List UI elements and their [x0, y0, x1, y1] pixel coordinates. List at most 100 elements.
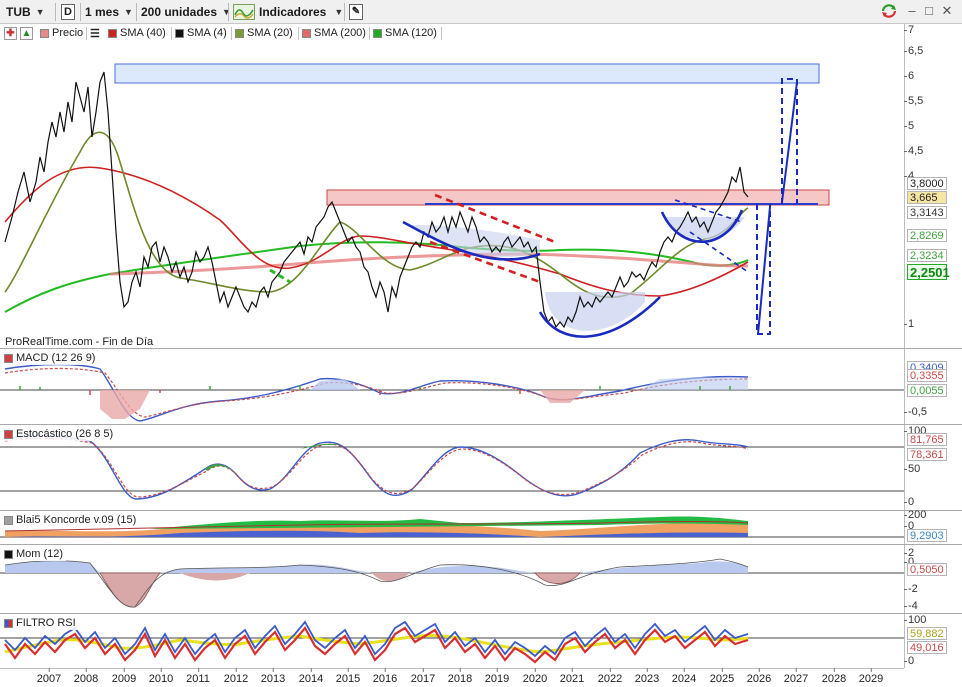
- year-label: 2011: [186, 668, 210, 685]
- legend-item-price[interactable]: Precio: [40, 26, 83, 40]
- collapse-icon[interactable]: ✚: [4, 27, 17, 40]
- value-box-sma: 2,3234: [907, 249, 947, 262]
- year-label: 2024: [671, 668, 697, 685]
- legend-item-sma200[interactable]: SMA (200): [302, 26, 366, 40]
- year-label: 2010: [148, 668, 174, 685]
- legend-swatch: [235, 28, 244, 38]
- legend-item-sma4[interactable]: SMA (4): [175, 26, 227, 40]
- year-label: 2013: [260, 668, 286, 685]
- rsi-axis: 100 59,882 49,016 0: [903, 614, 962, 668]
- year-label: 2017: [410, 668, 436, 685]
- koncorde-panel[interactable]: Blai5 Koncorde v.09 (15): [0, 511, 904, 544]
- period-selector[interactable]: 1 mes ▼: [85, 2, 133, 22]
- minimize-icon[interactable]: –: [905, 3, 919, 19]
- rsi-title[interactable]: FILTRO RSI: [4, 616, 79, 630]
- value-box: 81,765: [907, 433, 947, 446]
- units-label: 200 unidades: [141, 5, 218, 19]
- price-panel[interactable]: ProRealTime.com - Fin de Día: [0, 42, 904, 348]
- indicator-label: Blai5 Koncorde v.09 (15): [16, 514, 137, 526]
- value-box: 78,361: [907, 448, 947, 461]
- year-label: 2015: [335, 668, 361, 685]
- restore-icon[interactable]: □: [922, 3, 936, 19]
- legend-item-sma120[interactable]: SMA (120): [373, 26, 437, 40]
- legend-swatch: [302, 28, 311, 38]
- legend-swatch: [175, 28, 184, 38]
- legend-label: SMA (200): [314, 27, 366, 39]
- rsi-chart: [0, 620, 904, 664]
- year-label: 2027: [783, 668, 809, 685]
- value-box: 9,2903: [907, 529, 947, 542]
- indicator-label: Estocástico (26 8 5): [16, 428, 114, 440]
- year-label: 2023: [634, 668, 660, 685]
- ticker-selector[interactable]: TUB ▼: [6, 2, 45, 22]
- koncorde-axis: 200 0 9,2903: [903, 509, 962, 544]
- price-chart: [4, 63, 830, 338]
- draw-button[interactable]: ✎: [349, 2, 363, 22]
- period-label: 1 mes: [85, 5, 120, 19]
- year-label: 2020: [522, 668, 548, 685]
- legend-item-sma20[interactable]: SMA (20): [235, 26, 293, 40]
- year-label: 2028: [821, 668, 847, 685]
- legend-swatch: [373, 28, 382, 38]
- axis-tick: 0: [903, 496, 915, 508]
- year-label: 2016: [372, 668, 398, 685]
- year-label: 2018: [447, 668, 473, 685]
- value-box: 0,0055: [907, 384, 947, 397]
- legend-item-list[interactable]: ☰: [90, 26, 100, 40]
- chevron-down-icon: ▼: [124, 7, 133, 17]
- stochastic-panel[interactable]: Estocástico (26 8 5): [0, 425, 904, 510]
- indicator-label: MACD (12 26 9): [16, 352, 96, 364]
- year-label: 2014: [298, 668, 324, 685]
- legend-bar: ✚ ▲ Precio ☰ SMA (40) SMA (4) SMA (20) S…: [0, 24, 904, 42]
- koncorde-title[interactable]: Blai5 Koncorde v.09 (15): [4, 513, 140, 527]
- value-box: 0,5050: [907, 563, 947, 576]
- axis-tick: -2: [904, 583, 918, 595]
- momentum-chart: [0, 558, 904, 608]
- share-icon[interactable]: [880, 3, 898, 19]
- momentum-panel[interactable]: Mom (12): [0, 545, 904, 613]
- stochastic-chart: [0, 435, 904, 500]
- chevron-down-icon: ▼: [222, 7, 231, 17]
- year-label: 2029: [858, 668, 884, 685]
- axis-tick: -4: [904, 600, 918, 612]
- indicators-label: Indicadores: [259, 5, 327, 19]
- chevron-down-icon: ▼: [334, 7, 344, 17]
- list-icon: ☰: [90, 27, 100, 40]
- ticker-label: TUB: [6, 5, 31, 19]
- axis-tick: 5: [903, 120, 915, 132]
- axis-tick: 0: [903, 655, 915, 667]
- axis-tick: 6: [903, 70, 915, 82]
- units-selector[interactable]: 200 unidades ▼: [141, 2, 231, 22]
- indicator-label: FILTRO RSI: [16, 617, 76, 629]
- axis-tick: 7: [903, 24, 915, 36]
- axis-tick: 50: [903, 463, 921, 475]
- axis-tick: 5,5: [903, 95, 924, 107]
- draw-icon: ✎: [349, 4, 363, 20]
- price-axis: 7 6,5 6 5,5 5 4,5 4 1 3,8000 3,665 3,314…: [903, 24, 962, 348]
- stochastic-axis: 100 81,765 78,361 50 0: [903, 425, 962, 510]
- indicator-swatch: [4, 618, 13, 628]
- year-label: 2007: [36, 668, 62, 685]
- legend-swatch: [108, 28, 117, 38]
- indicator-swatch: [4, 429, 13, 439]
- chart-type-button[interactable]: D: [61, 2, 75, 22]
- axis-tick: 4,5: [903, 145, 924, 157]
- expand-icon[interactable]: ▲: [20, 27, 33, 40]
- indicators-icon: [233, 4, 255, 20]
- momentum-title[interactable]: Mom (12): [4, 547, 67, 561]
- axis-tick: 1: [903, 318, 915, 330]
- value-box-sma120: 2,2501: [907, 264, 950, 280]
- rsi-panel[interactable]: FILTRO RSI: [0, 614, 904, 668]
- indicators-button[interactable]: Indicadores ▼: [233, 2, 343, 22]
- macd-title[interactable]: MACD (12 26 9): [4, 351, 99, 365]
- legend-item-sma40[interactable]: SMA (40): [108, 26, 166, 40]
- year-label: 2026: [746, 668, 772, 685]
- year-label: 2022: [597, 668, 623, 685]
- year-label: 2008: [73, 668, 99, 685]
- macd-panel[interactable]: MACD (12 26 9): [0, 349, 904, 424]
- close-icon[interactable]: ✕: [940, 3, 954, 19]
- year-label: 2025: [709, 668, 735, 685]
- legend-label: Precio: [52, 27, 84, 39]
- value-box-price: 3,8000: [907, 177, 947, 190]
- stochastic-title[interactable]: Estocástico (26 8 5): [4, 427, 117, 441]
